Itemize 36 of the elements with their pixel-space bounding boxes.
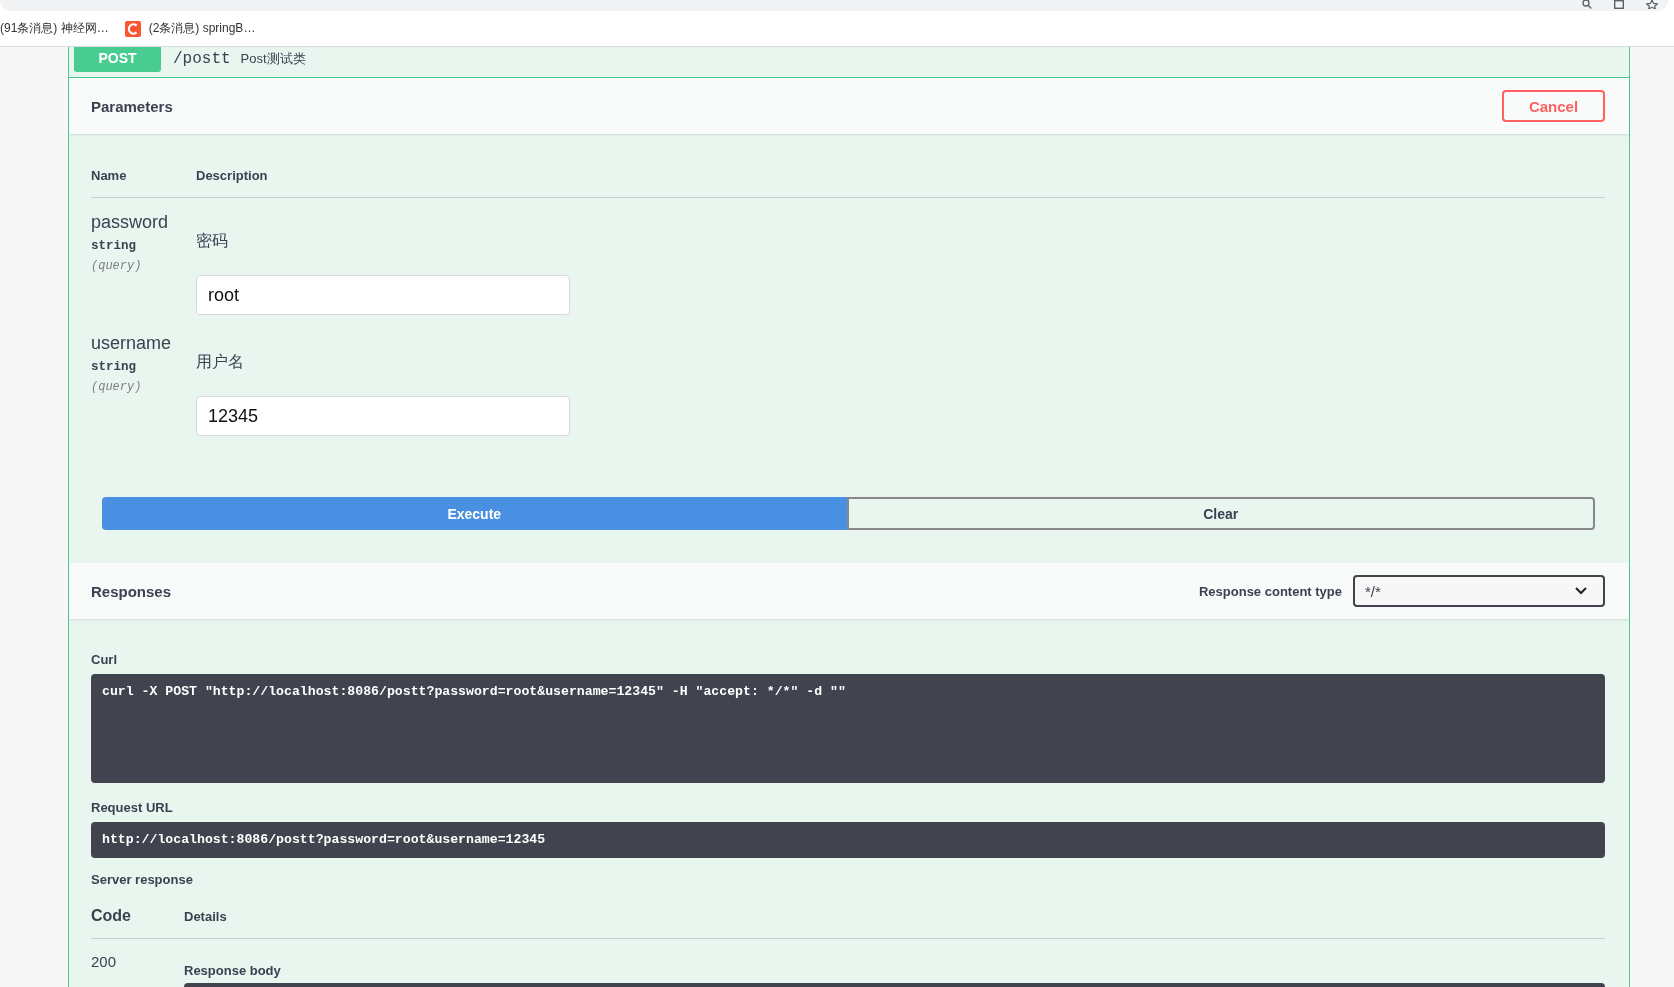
section-title: Parameters xyxy=(91,97,173,115)
block-label: Request URL xyxy=(91,799,174,817)
parameter-name: password xyxy=(91,211,170,234)
operation-path[interactable]: /postt xyxy=(173,49,231,68)
operation-summary: Post测试类 xyxy=(240,49,306,68)
column-header: Description xyxy=(196,167,268,185)
content-type-label: Response content type xyxy=(1198,583,1342,599)
block-label: Response body xyxy=(184,962,282,980)
favicon-icon xyxy=(124,20,141,37)
parameter-description: 用户名 xyxy=(196,352,245,372)
curl-command: curl -X POST "http://localhost:8086/postt?password=root&username=12345" -H "accept: */*" -d "" xyxy=(91,674,1605,783)
column-header: Name xyxy=(91,167,128,185)
column-header: Details xyxy=(184,908,227,924)
parameter-location: (query) xyxy=(91,379,143,396)
bookmark-link[interactable]: (2条消息) springB… xyxy=(124,18,256,39)
search-icon[interactable] xyxy=(1582,0,1592,9)
chevron-down-icon xyxy=(1575,587,1587,595)
column-header: Code xyxy=(91,906,132,926)
section-title: Responses xyxy=(91,582,172,600)
block-label: Curl xyxy=(91,651,118,669)
block-label: Server response xyxy=(91,871,194,889)
star-icon[interactable] xyxy=(1646,0,1658,9)
parameter-description: 密码 xyxy=(196,231,229,251)
content-type-select[interactable]: */* xyxy=(1353,575,1605,607)
window-icon[interactable] xyxy=(1614,0,1624,9)
method-badge: POST xyxy=(74,47,161,72)
parameter-input[interactable]: 12345 xyxy=(196,396,570,436)
parameter-location: (query) xyxy=(91,258,143,275)
parameter-input[interactable]: root xyxy=(196,275,570,315)
parameter-name: username xyxy=(91,332,173,355)
parameter-type: string xyxy=(91,238,137,254)
clear-button[interactable]: Clear xyxy=(846,497,1595,530)
response-code: 200 xyxy=(91,952,118,972)
parameter-type: string xyxy=(91,359,137,375)
request-url: http://localhost:8086/postt?password=root&username=12345 xyxy=(91,822,1605,858)
bookmark-link[interactable]: (91条消息) 神经网… xyxy=(0,18,109,39)
